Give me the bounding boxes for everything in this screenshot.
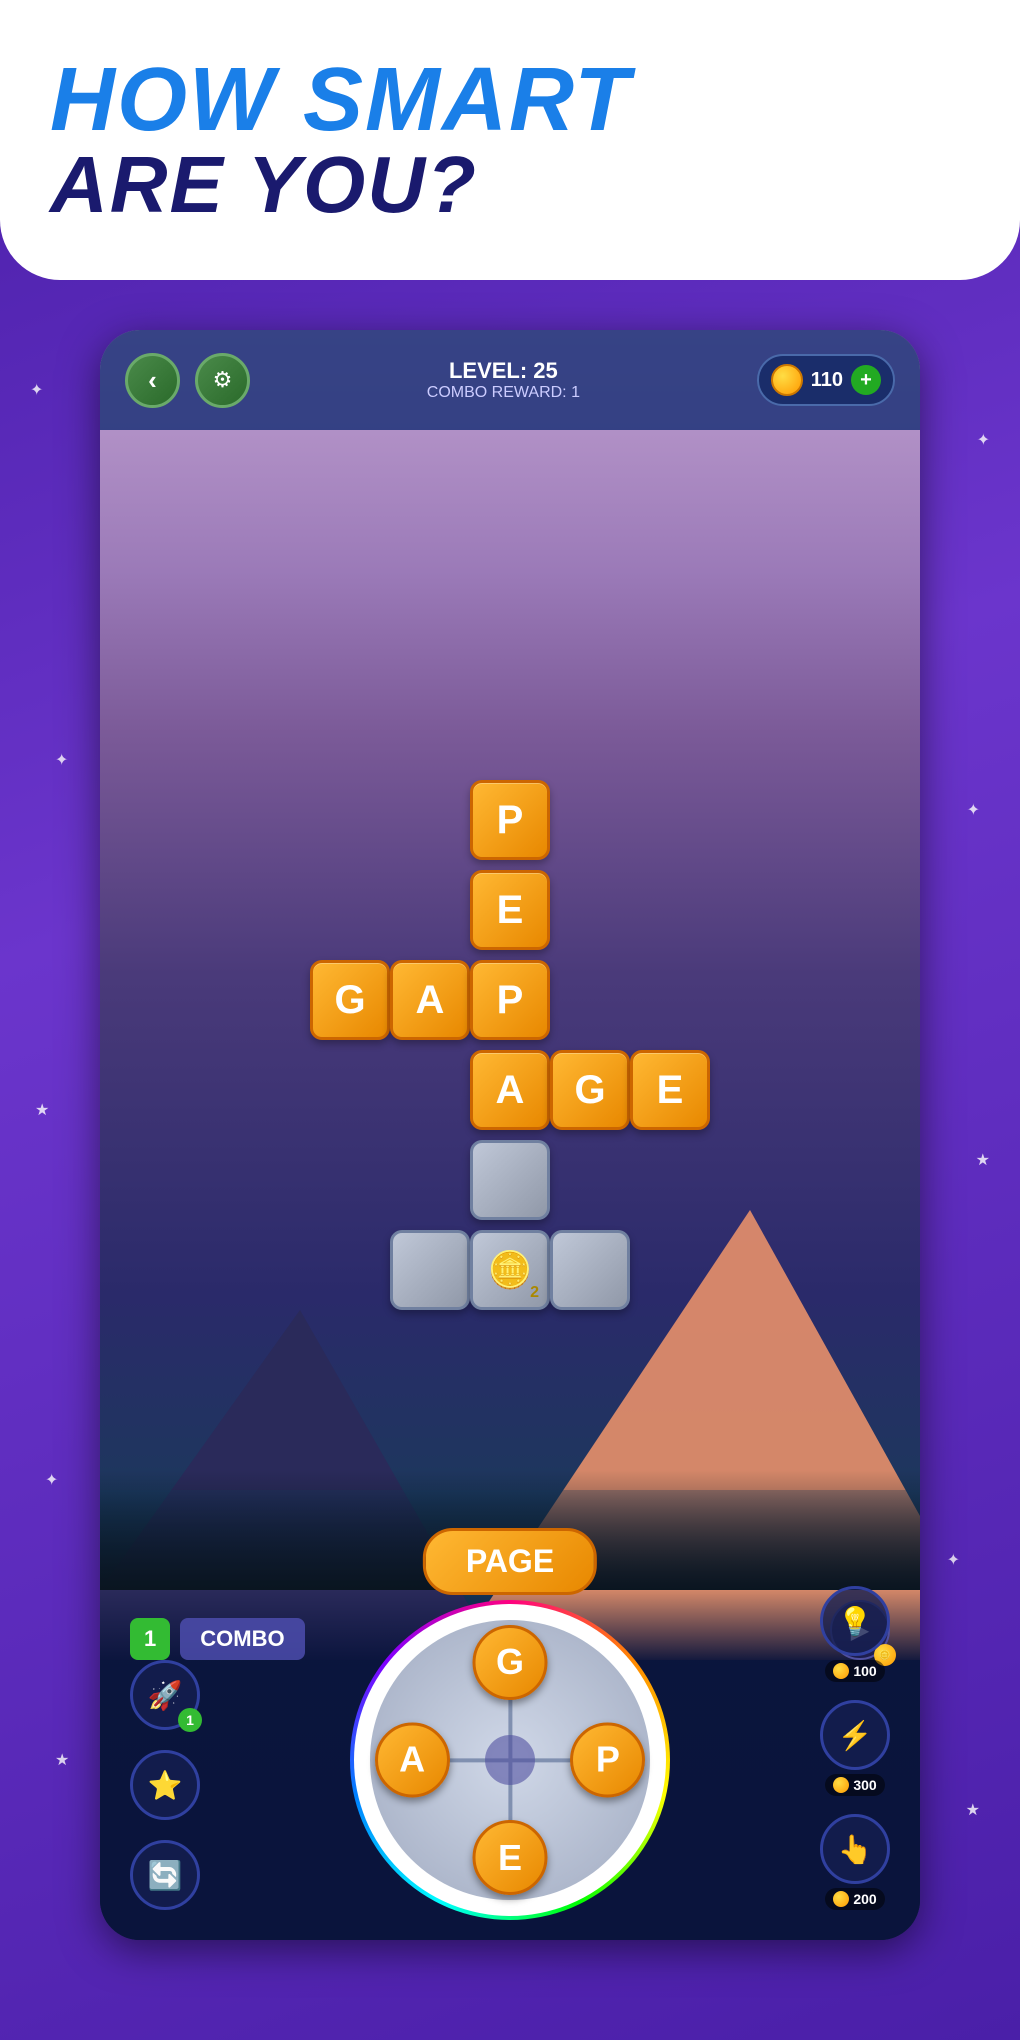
finger-cost-num: 200: [853, 1891, 876, 1907]
hint-cost: 100: [825, 1660, 884, 1682]
headline-line2: ARE YOU?: [50, 145, 478, 225]
lightning-cost: 300: [825, 1774, 884, 1796]
tile-G-3: G: [550, 1050, 630, 1130]
wheel-letter-E[interactable]: E: [472, 1820, 547, 1895]
wheel-letter-G[interactable]: G: [472, 1625, 547, 1700]
star-button[interactable]: ⭐: [130, 1750, 200, 1820]
lightning-button-container: ⚡ 300: [820, 1700, 890, 1796]
combo-number: 1: [130, 1618, 170, 1660]
header-left-btns: ‹ ⚙: [125, 353, 250, 408]
tile-A-3: A: [470, 1050, 550, 1130]
deco-star-5: ★: [55, 1750, 69, 1770]
finger-button[interactable]: 👆: [820, 1814, 890, 1884]
hint-icon: 💡: [838, 1605, 873, 1638]
left-action-buttons: 🚀 1 ⭐ 🔄: [130, 1660, 200, 1910]
lightning-icon: ⚡: [838, 1719, 873, 1752]
refresh-button[interactable]: 🔄: [130, 1840, 200, 1910]
finger-button-container: 👆 200: [820, 1814, 890, 1910]
deco-star-2: ✦: [55, 750, 68, 770]
tile-A-2: A: [390, 960, 470, 1040]
coins-count: 110: [811, 369, 843, 392]
wheel-center: [485, 1735, 535, 1785]
hint-button-container: 💡 100: [820, 1586, 890, 1682]
deco-star-3: ★: [35, 1100, 49, 1120]
tile-E-1: E: [470, 870, 550, 950]
tile-gray-5-left: [390, 1230, 470, 1310]
top-banner: HOW SMART ARE YOU?: [0, 0, 1020, 280]
rocket-badge: 1: [178, 1708, 202, 1732]
crossword-grid: P E G A P A G E 🪙2: [310, 780, 710, 1260]
combo-badge: 1 COMBO: [130, 1618, 305, 1660]
combo-reward-display: COMBO REWARD: 1: [427, 384, 580, 402]
finger-icon: 👆: [838, 1833, 873, 1866]
wheel-letter-A[interactable]: A: [375, 1722, 450, 1797]
game-controls: 1 COMBO ▶ 🪙 PAGE: [100, 1590, 920, 1940]
lightning-button[interactable]: ⚡: [820, 1700, 890, 1770]
headline-line1: HOW SMART: [50, 55, 631, 145]
deco-star-1: ✦: [30, 380, 43, 400]
combo-label: COMBO: [180, 1618, 304, 1660]
deco-star-7: ✦: [967, 800, 980, 820]
hint-cost-coin: [833, 1663, 849, 1679]
tile-E-3: E: [630, 1050, 710, 1130]
tile-G-2: G: [310, 960, 390, 1040]
finger-cost-coin: [833, 1891, 849, 1907]
coin-icon: [771, 364, 803, 396]
finger-cost: 200: [825, 1888, 884, 1910]
rocket-icon: 🚀: [148, 1679, 183, 1712]
settings-icon: ⚙: [213, 367, 233, 393]
tiles-area: P E G A P A G E 🪙2: [100, 450, 920, 1590]
current-word-display: PAGE: [423, 1528, 597, 1595]
deco-star-10: ★: [966, 1800, 980, 1820]
game-device: ‹ ⚙ LEVEL: 25 COMBO REWARD: 1 110 + P E …: [100, 330, 920, 1940]
tile-coin-5: 🪙2: [470, 1230, 550, 1310]
refresh-icon: 🔄: [148, 1859, 183, 1892]
tile-gray-5-right: [550, 1230, 630, 1310]
header-center: LEVEL: 25 COMBO REWARD: 1: [427, 358, 580, 402]
deco-star-6: ✦: [977, 430, 990, 450]
letter-wheel[interactable]: G A P E: [350, 1600, 670, 1920]
rocket-button[interactable]: 🚀 1: [130, 1660, 200, 1730]
wheel-ring: G A P E: [350, 1600, 670, 1920]
wheel-letter-P[interactable]: P: [570, 1722, 645, 1797]
lightning-cost-coin: [833, 1777, 849, 1793]
lightning-cost-num: 300: [853, 1777, 876, 1793]
star-icon: ⭐: [148, 1769, 183, 1802]
deco-star-4: ✦: [45, 1470, 58, 1490]
hint-cost-num: 100: [853, 1663, 876, 1679]
game-header: ‹ ⚙ LEVEL: 25 COMBO REWARD: 1 110 +: [100, 330, 920, 430]
hint-button[interactable]: 💡: [820, 1586, 890, 1656]
right-action-buttons: 💡 100 ⚡ 300 👆: [820, 1586, 890, 1910]
back-button[interactable]: ‹: [125, 353, 180, 408]
coins-display: 110 +: [757, 354, 895, 406]
back-icon: ‹: [148, 365, 157, 396]
settings-button[interactable]: ⚙: [195, 353, 250, 408]
tile-gray-4: [470, 1140, 550, 1220]
tile-P-2: P: [470, 960, 550, 1040]
deco-star-8: ★: [976, 1150, 990, 1170]
wheel-inner: G A P E: [370, 1620, 651, 1901]
tile-P-0: P: [470, 780, 550, 860]
add-coins-button[interactable]: +: [851, 365, 881, 395]
deco-star-9: ✦: [947, 1550, 960, 1570]
level-display: LEVEL: 25: [427, 358, 580, 384]
